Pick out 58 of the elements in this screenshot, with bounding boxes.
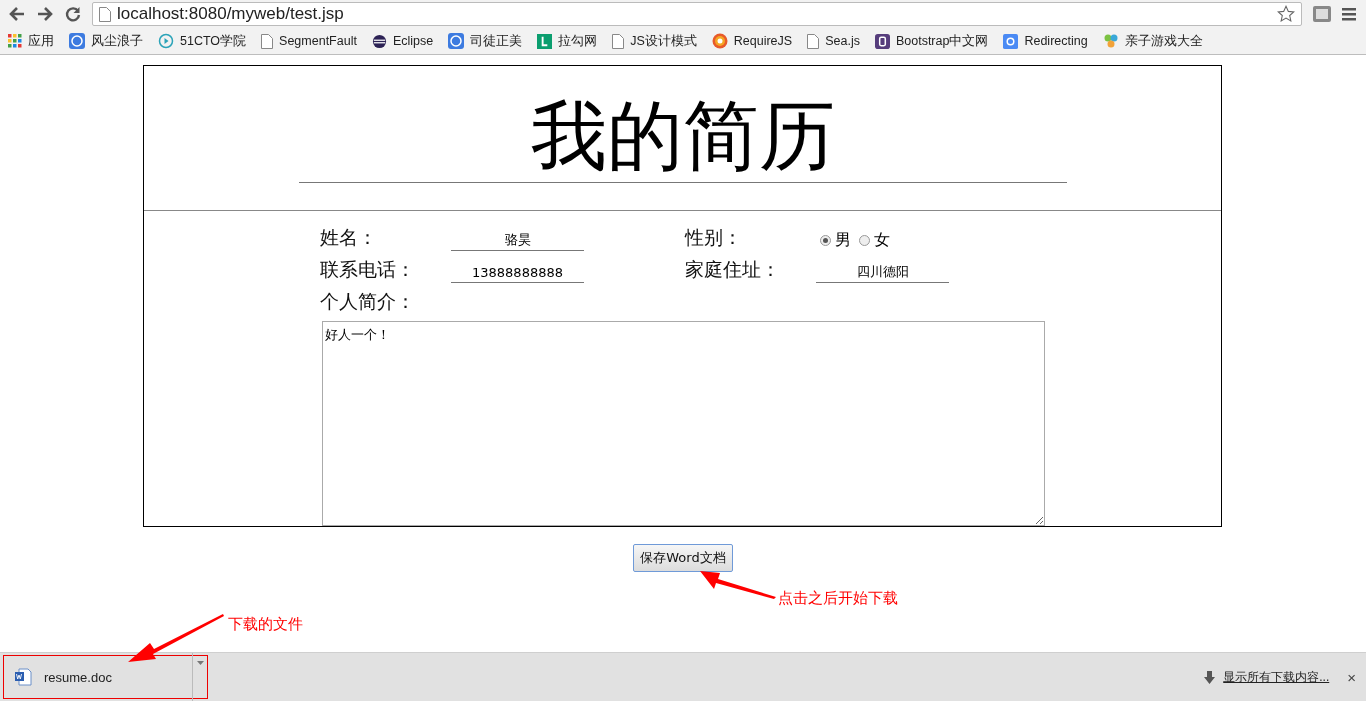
save-word-button[interactable]: 保存Word文档 (633, 544, 733, 572)
bookmark[interactable]: 风尘浪子 (69, 32, 143, 50)
site-logo-icon (448, 33, 465, 49)
target-icon (711, 33, 728, 49)
extension-icon[interactable] (1312, 5, 1332, 23)
name-field[interactable]: 骆昊 (451, 232, 584, 251)
bookmark[interactable]: JS设计模式 (612, 32, 697, 50)
bookmark[interactable]: RequireJS (711, 33, 793, 49)
address-field[interactable]: 四川德阳 (816, 264, 949, 283)
forward-arrow-icon[interactable] (36, 5, 54, 23)
bookmark[interactable]: 拉勾网 (537, 32, 598, 50)
field-label: 性别： (685, 224, 743, 250)
address-bar[interactable]: localhost:8080/myweb/test.jsp (92, 2, 1302, 26)
radio-label: 男 (835, 229, 851, 251)
bookmark[interactable]: 亲子游戏大全 (1102, 32, 1203, 50)
star-icon[interactable] (1277, 5, 1295, 23)
page-icon (261, 33, 274, 49)
back-arrow-icon[interactable] (8, 5, 26, 23)
page-icon (612, 33, 625, 49)
bookmark[interactable]: 51CTO学院 (158, 32, 247, 50)
letter-tile-icon (537, 33, 553, 49)
file-name: resume.doc (44, 669, 113, 685)
show-all-downloads-link[interactable]: 显示所有下载内容... (1223, 668, 1330, 686)
rounded-tile-icon (874, 33, 890, 49)
play-circle-icon (158, 33, 174, 49)
phone-field[interactable]: 13888888888 (451, 264, 584, 283)
field-label: 姓名： (320, 224, 378, 250)
bookmark[interactable]: Eclipse (371, 33, 434, 49)
bookmark[interactable]: Bootstrap中文网 (874, 32, 989, 50)
reload-icon[interactable] (64, 5, 82, 23)
bookmark[interactable]: SegmentFault (261, 33, 357, 49)
eclipse-logo-icon (371, 33, 387, 49)
close-button[interactable]: × (1347, 668, 1356, 686)
bookmark[interactable]: Redirecting (1003, 33, 1088, 49)
field-label: 个人简介： (320, 288, 416, 314)
word-document-icon (14, 668, 32, 686)
url-text: localhost:8080/myweb/test.jsp (117, 4, 345, 24)
downloaded-file-item[interactable]: resume.doc (3, 655, 208, 699)
leaf-logo-icon (1102, 33, 1119, 49)
page-icon (99, 6, 111, 22)
annotation-text: 点击之后开始下载 (778, 589, 898, 608)
radio-button[interactable] (859, 234, 870, 246)
bookmark[interactable]: Sea.js (807, 33, 860, 49)
download-icon (1204, 670, 1216, 684)
apps-grid-icon (8, 34, 22, 48)
menu-icon[interactable] (1342, 7, 1358, 21)
page-icon (807, 33, 820, 49)
ring-tile-icon (1003, 33, 1019, 49)
intro-text-area[interactable]: 好人一个！ (322, 320, 1045, 526)
annotation-text: 下载的文件 (228, 615, 303, 634)
page-title: 我的简历 (298, 94, 1067, 183)
field-label: 联系电话： (320, 256, 416, 282)
radio-label: 女 (874, 229, 890, 251)
site-logo-icon (69, 33, 85, 49)
field-label: 家庭住址： (685, 256, 781, 282)
radio-button[interactable] (820, 234, 831, 246)
bookmark[interactable]: 应用 (8, 32, 54, 50)
bookmark[interactable]: 司徒正美 (448, 32, 523, 50)
